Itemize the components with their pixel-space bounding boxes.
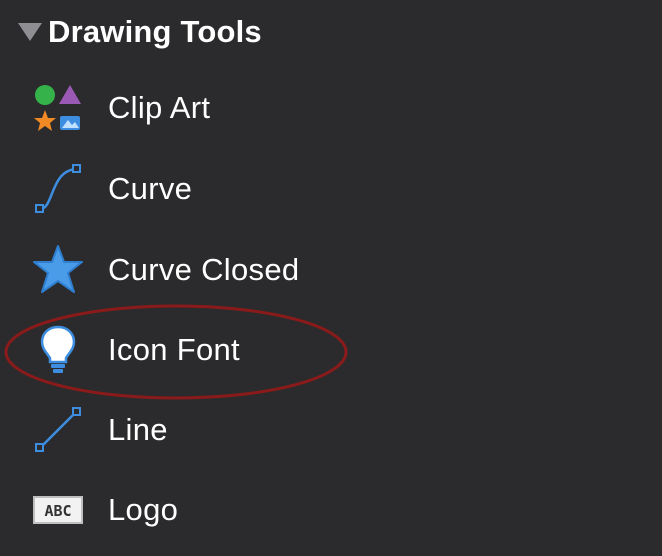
tool-item-label: Line	[108, 412, 168, 447]
section-header-drawing-tools[interactable]: Drawing Tools	[18, 10, 262, 54]
clip-art-shapes-icon	[30, 80, 86, 136]
section-title: Drawing Tools	[48, 14, 262, 49]
tool-item-curve-closed[interactable]: Curve Closed	[30, 238, 590, 302]
tool-item-label: Icon Font	[108, 332, 240, 367]
tool-item-logo[interactable]: ABC Logo	[30, 478, 590, 542]
line-icon	[30, 402, 86, 458]
tool-item-curve[interactable]: Curve	[30, 157, 590, 221]
tool-item-line[interactable]: Line	[30, 398, 590, 462]
tool-item-label: Curve Closed	[108, 252, 300, 287]
disclosure-triangle-down-icon[interactable]	[18, 23, 42, 41]
tool-item-icon-font[interactable]: Icon Font	[30, 318, 590, 382]
abc-text-box-icon: ABC	[30, 482, 86, 538]
curve-icon	[30, 161, 86, 217]
drawing-tools-panel: Drawing Tools Clip Art Curve Curve Close…	[0, 0, 662, 556]
svg-text:ABC: ABC	[44, 502, 71, 520]
tool-item-label: Clip Art	[108, 90, 211, 125]
tool-item-clip-art[interactable]: Clip Art	[30, 76, 590, 140]
tool-item-label: Logo	[108, 492, 179, 527]
lightbulb-icon	[30, 322, 86, 378]
tool-item-label: Curve	[108, 171, 193, 206]
star-shape-icon	[30, 242, 86, 298]
